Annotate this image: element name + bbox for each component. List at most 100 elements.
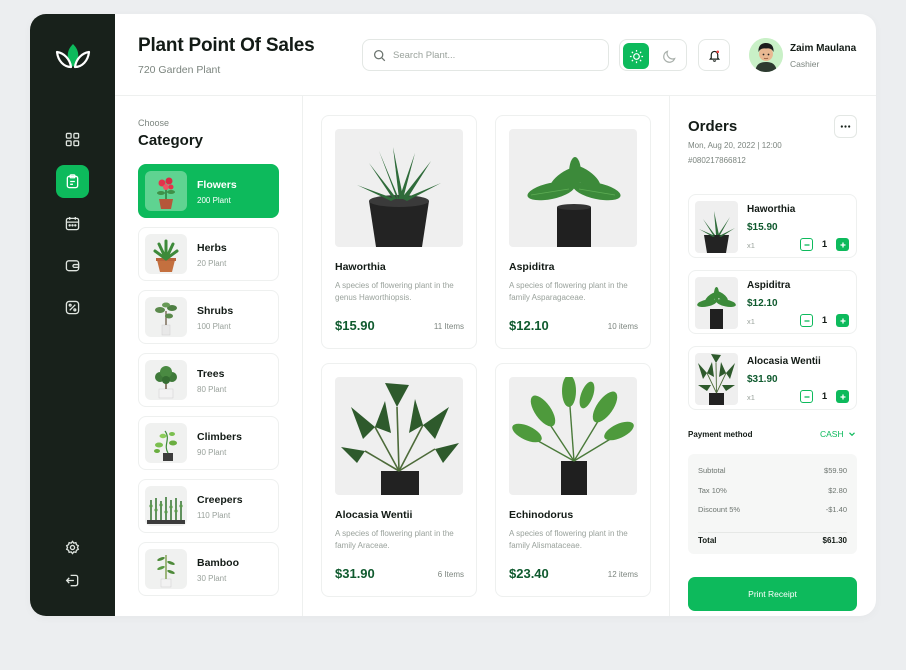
product-card-aspiditra[interactable]: Aspiditra A species of flowering plant i… — [495, 115, 651, 349]
plus-icon — [840, 394, 845, 399]
order-date: Mon, Aug 20, 2022 | 12:00 — [688, 141, 782, 150]
product-price: $12.10 — [509, 318, 549, 333]
wallet-icon[interactable] — [56, 249, 89, 282]
notification-button[interactable] — [698, 39, 730, 71]
category-name: Climbers — [197, 431, 242, 443]
category-count: 20 Plant — [197, 259, 227, 268]
decrease-quantity-button[interactable] — [800, 390, 813, 403]
category-count: 90 Plant — [197, 448, 227, 457]
category-item-flowers[interactable]: Flowers 200 Plant — [138, 164, 279, 218]
category-title: Category — [138, 132, 204, 149]
search-input[interactable] — [393, 49, 593, 61]
subtotal-label: Subtotal — [698, 466, 726, 475]
order-id: #080217866812 — [688, 156, 746, 165]
avatar[interactable] — [749, 38, 783, 72]
product-card-echinodorus[interactable]: Echinodorus A species of flowering plant… — [495, 363, 651, 597]
category-choose-label: Choose — [138, 118, 170, 128]
summary-total-row: Total $61.30 — [698, 536, 847, 545]
summary-tax-row: Tax 10% $2.80 — [698, 486, 847, 495]
payment-method-value: CASH — [820, 429, 844, 439]
category-count: 110 Plant — [197, 511, 231, 520]
order-item-thumbnail — [695, 201, 738, 253]
product-name: Haworthia — [335, 261, 386, 273]
product-stock: 10 items — [607, 322, 638, 331]
summary-subtotal-row: Subtotal $59.90 — [698, 466, 847, 475]
theme-toggle[interactable] — [619, 39, 687, 71]
category-item-bamboo[interactable]: Bamboo 30 Plant — [138, 542, 279, 596]
payment-method-select[interactable]: CASH — [820, 429, 856, 439]
product-card-haworthia[interactable]: Haworthia A species of flowering plant i… — [321, 115, 477, 349]
product-price: $23.40 — [509, 566, 549, 581]
product-card-alocasia-wentii[interactable]: Alocasia Wentii A species of flowering p… — [321, 363, 477, 597]
category-item-climbers[interactable]: Climbers 90 Plant — [138, 416, 279, 470]
discount-icon[interactable] — [56, 291, 89, 324]
category-count: 30 Plant — [197, 574, 227, 583]
user-name: Zaim Maulana — [790, 43, 857, 54]
category-item-herbs[interactable]: Herbs 20 Plant — [138, 227, 279, 281]
category-count: 100 Plant — [197, 322, 231, 331]
product-image — [335, 377, 463, 495]
category-name: Herbs — [197, 242, 227, 254]
order-item-alocasia-wentii: Alocasia Wentii $31.90 x1 1 — [688, 346, 857, 410]
minus-icon — [804, 319, 809, 322]
quantity-value: 1 — [821, 315, 828, 326]
more-options-button[interactable] — [834, 115, 857, 138]
product-description: A species of flowering plant in the fami… — [335, 529, 454, 550]
grid-icon[interactable] — [56, 123, 89, 156]
quantity-value: 1 — [821, 391, 828, 402]
category-count: 80 Plant — [197, 385, 227, 394]
product-price: $15.90 — [335, 318, 375, 333]
trees-thumbnail — [145, 360, 187, 400]
product-description: A species of flowering plant in the fami… — [509, 281, 628, 302]
clipboard-icon[interactable] — [56, 165, 89, 198]
user-role: Cashier — [790, 59, 820, 69]
minus-icon — [804, 395, 809, 398]
leaf-logo-icon — [55, 42, 91, 70]
increase-quantity-button[interactable] — [836, 390, 849, 403]
creepers-thumbnail — [145, 486, 187, 526]
increase-quantity-button[interactable] — [836, 314, 849, 327]
decrease-quantity-button[interactable] — [800, 314, 813, 327]
order-item-price: $31.90 — [747, 374, 778, 385]
plus-icon — [840, 242, 845, 247]
summary-discount-row: Discount 5% -$1.40 — [698, 505, 847, 514]
order-summary: Subtotal $59.90 Tax 10% $2.80 Discount 5… — [688, 454, 857, 554]
category-name: Creepers — [197, 494, 243, 506]
order-item-qty-label: x1 — [747, 317, 755, 326]
product-image — [509, 129, 637, 247]
category-panel: Choose Category Flowers 200 Plant Herbs … — [115, 96, 303, 616]
category-name: Flowers — [197, 179, 237, 191]
quantity-value: 1 — [821, 239, 828, 250]
product-name: Alocasia Wentii — [335, 509, 413, 521]
category-count: 200 Plant — [197, 196, 231, 205]
order-item-price: $15.90 — [747, 222, 778, 233]
chevron-down-icon — [848, 432, 855, 437]
search-icon — [373, 49, 386, 61]
product-stock: 6 Items — [437, 570, 464, 579]
tax-label: Tax 10% — [698, 486, 727, 495]
category-item-creepers[interactable]: Creepers 110 Plant — [138, 479, 279, 533]
order-item-thumbnail — [695, 353, 738, 405]
sun-icon[interactable] — [623, 43, 649, 69]
moon-icon[interactable] — [656, 43, 682, 69]
logout-icon[interactable] — [56, 564, 89, 597]
page-title: Plant Point Of Sales — [138, 35, 315, 56]
flowers-thumbnail — [145, 171, 187, 211]
order-item-name: Haworthia — [747, 204, 796, 215]
increase-quantity-button[interactable] — [836, 238, 849, 251]
tax-value: $2.80 — [828, 486, 847, 495]
category-item-shrubs[interactable]: Shrubs 100 Plant — [138, 290, 279, 344]
decrease-quantity-button[interactable] — [800, 238, 813, 251]
climbers-thumbnail — [145, 423, 187, 463]
print-receipt-button[interactable]: Print Receipt — [688, 577, 857, 611]
order-item-qty-label: x1 — [747, 393, 755, 402]
order-item-haworthia: Haworthia $15.90 x1 1 — [688, 194, 857, 258]
search-bar[interactable] — [362, 39, 609, 71]
product-stock: 11 Items — [433, 322, 464, 331]
category-item-trees[interactable]: Trees 80 Plant — [138, 353, 279, 407]
calendar-icon[interactable] — [56, 207, 89, 240]
payment-method-label: Payment method — [688, 430, 753, 439]
settings-icon[interactable] — [56, 531, 89, 564]
order-item-name: Alocasia Wentii — [747, 356, 821, 367]
herbs-thumbnail — [145, 234, 187, 274]
